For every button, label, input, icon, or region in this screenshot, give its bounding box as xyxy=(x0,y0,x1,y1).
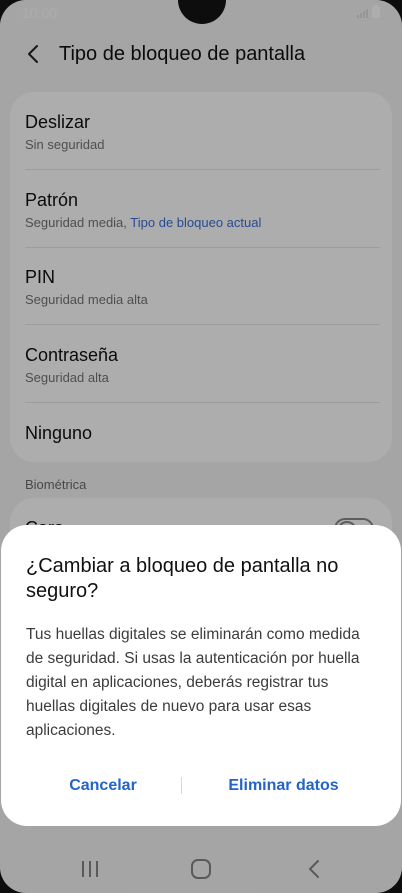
home-icon[interactable] xyxy=(186,857,216,881)
screen: 10:00 Tipo de bloqueo de pantalla Desliz… xyxy=(0,0,402,893)
cancel-button[interactable]: Cancelar xyxy=(47,769,159,803)
back-nav-icon[interactable] xyxy=(300,857,330,881)
recents-icon[interactable] xyxy=(75,857,105,881)
confirm-dialog: ¿Cambiar a bloqueo de pantalla no seguro… xyxy=(1,525,401,826)
navigation-bar xyxy=(0,845,402,893)
button-divider xyxy=(181,777,182,794)
delete-data-button[interactable]: Eliminar datos xyxy=(211,769,356,803)
dialog-title: ¿Cambiar a bloqueo de pantalla no seguro… xyxy=(26,555,339,602)
dialog-message: Tus huellas digitales se eliminarán como… xyxy=(26,626,360,739)
